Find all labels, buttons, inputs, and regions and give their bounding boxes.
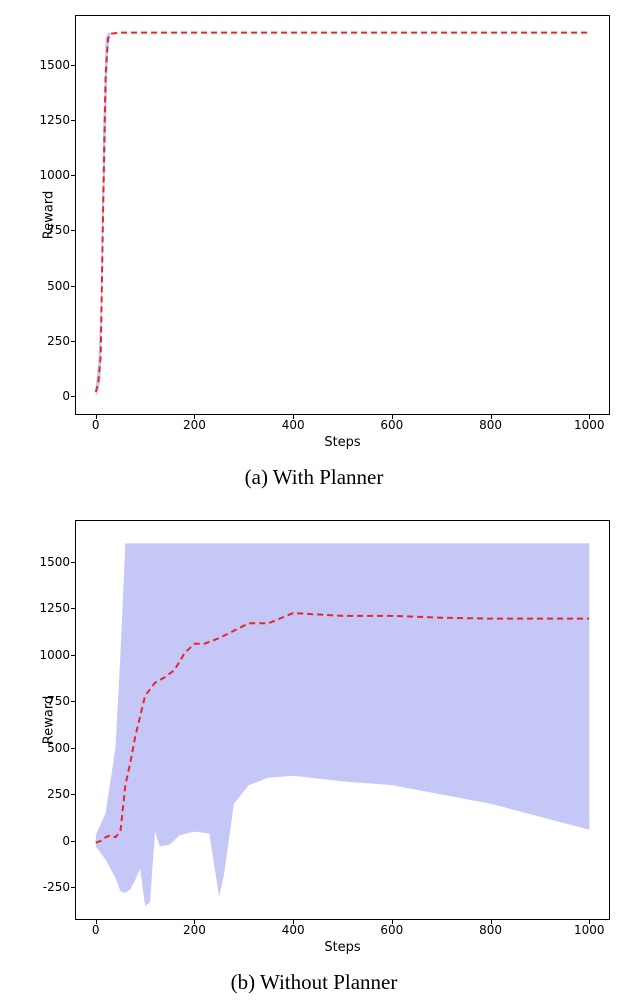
x-axis-label: Steps <box>324 940 360 955</box>
plot-svg-a <box>76 16 609 414</box>
plot-svg-b <box>76 521 609 919</box>
plot-area-b: -250025050075010001250150002004006008001… <box>75 520 610 920</box>
chart-with-planner: 025050075010001250150002004006008001000 … <box>75 15 610 415</box>
chart-without-planner: -250025050075010001250150002004006008001… <box>75 520 610 920</box>
y-axis-label: Reward <box>42 191 57 239</box>
caption-b: (b) Without Planner <box>0 970 628 995</box>
y-axis-label: Reward <box>42 696 57 744</box>
caption-a: (a) With Planner <box>0 465 628 490</box>
plot-area-a: 025050075010001250150002004006008001000 <box>75 15 610 415</box>
x-axis-label: Steps <box>324 435 360 450</box>
